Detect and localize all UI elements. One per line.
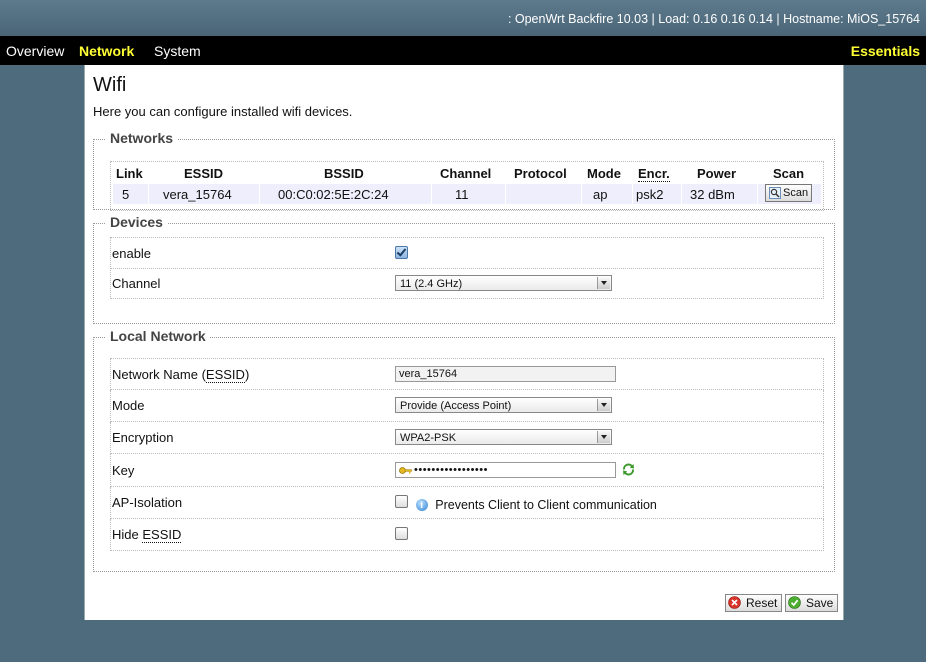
reset-button[interactable]: Reset (725, 594, 783, 612)
enable-label: enable (112, 246, 152, 261)
cell-link: 5 (122, 187, 130, 202)
encryption-select-value: WPA2-PSK (400, 432, 457, 444)
enable-row: enable (110, 237, 824, 269)
col-mode: Mode (587, 166, 621, 181)
col-encr: Encr. (638, 166, 670, 182)
reset-icon (728, 596, 741, 609)
menu-item-network[interactable]: Network (79, 43, 134, 59)
channel-label: Channel (112, 276, 161, 291)
key-value: ••••••••••••••••• (414, 464, 488, 476)
hide-essid-row: Hide ESSID (110, 519, 824, 551)
ap-isolation-row: AP-Isolation i Prevents Client to Client… (110, 487, 824, 519)
save-icon (788, 596, 801, 609)
page-description: Here you can configure installed wifi de… (93, 104, 353, 119)
cell-essid: vera_15764 (163, 187, 232, 202)
scan-button[interactable]: Scan (765, 184, 812, 202)
save-button[interactable]: Save (785, 594, 839, 612)
key-input[interactable]: ••••••••••••••••• (395, 462, 616, 478)
top-bar: : OpenWrt Backfire 10.03 | Load: 0.16 0.… (0, 0, 926, 36)
mode-select-value: Provide (Access Point) (400, 400, 512, 412)
encryption-label: Encryption (112, 430, 174, 445)
mode-select[interactable]: Provide (Access Point) (395, 397, 612, 413)
key-icon (399, 467, 412, 474)
devices-section: Devices enable Channel 11 (2.4 GHz) (93, 214, 835, 324)
col-channel: Channel (440, 166, 492, 181)
networks-legend: Networks (106, 130, 178, 146)
network-name-label: Network Name (ESSID) (112, 367, 250, 383)
reveal-refresh-icon[interactable] (622, 463, 635, 476)
encryption-select[interactable]: WPA2-PSK (395, 429, 612, 445)
ap-isolation-checkbox[interactable] (395, 495, 408, 508)
network-name-input[interactable]: vera_15764 (395, 366, 616, 382)
encryption-row: Encryption WPA2-PSK (110, 422, 824, 454)
menu-item-overview[interactable]: Overview (6, 43, 64, 59)
channel-select[interactable]: 11 (2.4 GHz) (395, 275, 612, 291)
info-icon: i (415, 498, 428, 511)
ap-isolation-label: AP-Isolation (112, 495, 183, 510)
ap-isolation-hint: Prevents Client to Client communication (435, 497, 657, 512)
networks-section: Networks Link ESSID BSSID Channel Protoc… (93, 130, 835, 211)
key-row: Key ••••••••••••••••• (110, 454, 824, 487)
local-network-section: Local Network Network Name (ESSID) vera_… (93, 328, 835, 572)
cell-encr: psk2 (636, 187, 664, 202)
scan-button-label: Scan (783, 187, 809, 199)
devices-legend: Devices (106, 214, 167, 230)
channel-row: Channel 11 (2.4 GHz) (110, 268, 824, 299)
networks-table: Link ESSID BSSID Channel Protocol Mode E… (110, 161, 824, 211)
key-label: Key (112, 463, 135, 478)
col-link: Link (116, 166, 143, 181)
menu-item-system[interactable]: System (154, 43, 201, 59)
page-title: Wifi (93, 74, 127, 96)
main-content: Wifi Here you can configure installed wi… (84, 65, 844, 620)
mode-essentials-link[interactable]: Essentials (851, 43, 920, 59)
col-bssid: BSSID (324, 166, 364, 181)
hide-essid-checkbox[interactable] (395, 527, 408, 540)
reset-button-label: Reset (746, 596, 778, 610)
scan-icon (769, 187, 781, 199)
system-info: : OpenWrt Backfire 10.03 | Load: 0.16 0.… (507, 12, 920, 26)
network-name-row: Network Name (ESSID) vera_15764 (110, 358, 824, 390)
col-essid: ESSID (184, 166, 224, 181)
channel-select-value: 11 (2.4 GHz) (400, 278, 463, 290)
cell-mode: ap (593, 187, 608, 202)
main-menu: Overview Network System Essentials (0, 36, 926, 65)
chevron-down-icon (597, 277, 610, 289)
cell-power: 32 dBm (690, 187, 735, 202)
chevron-down-icon (597, 399, 610, 411)
chevron-down-icon (597, 431, 610, 443)
mode-label: Mode (112, 398, 145, 413)
cell-channel: 11 (455, 187, 469, 202)
col-protocol: Protocol (514, 166, 567, 181)
col-power: Power (697, 166, 737, 181)
hide-essid-label: Hide ESSID (112, 527, 182, 543)
enable-checkbox[interactable] (395, 246, 408, 259)
cell-bssid: 00:C0:02:5E:2C:24 (278, 187, 389, 202)
local-network-legend: Local Network (106, 328, 210, 344)
mode-row: Mode Provide (Access Point) (110, 390, 824, 422)
save-button-label: Save (806, 596, 834, 610)
col-scan: Scan (773, 166, 805, 181)
